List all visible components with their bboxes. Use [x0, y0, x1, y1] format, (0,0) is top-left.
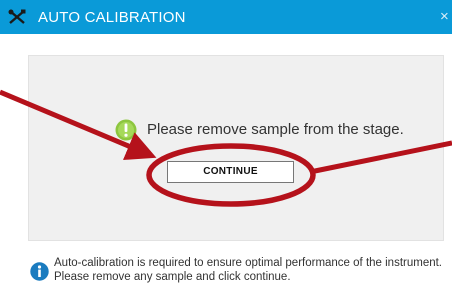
alert-icon	[115, 119, 137, 141]
auto-calibration-dialog: AUTO CALIBRATION × Please remove sample …	[0, 0, 452, 307]
remove-sample-message: Please remove sample from the stage.	[147, 121, 404, 138]
message-panel	[28, 55, 444, 241]
dialog-title: AUTO CALIBRATION	[38, 9, 186, 26]
close-icon[interactable]: ×	[440, 8, 449, 25]
title-bar: AUTO CALIBRATION ×	[0, 0, 452, 34]
info-line-2: Please remove any sample and click conti…	[54, 271, 291, 283]
info-icon	[30, 262, 49, 281]
continue-button[interactable]: CONTINUE	[167, 161, 294, 183]
tools-icon	[8, 9, 26, 24]
info-text: Auto-calibration is required to ensure o…	[54, 256, 449, 284]
info-line-1: Auto-calibration is required to ensure o…	[54, 257, 443, 269]
